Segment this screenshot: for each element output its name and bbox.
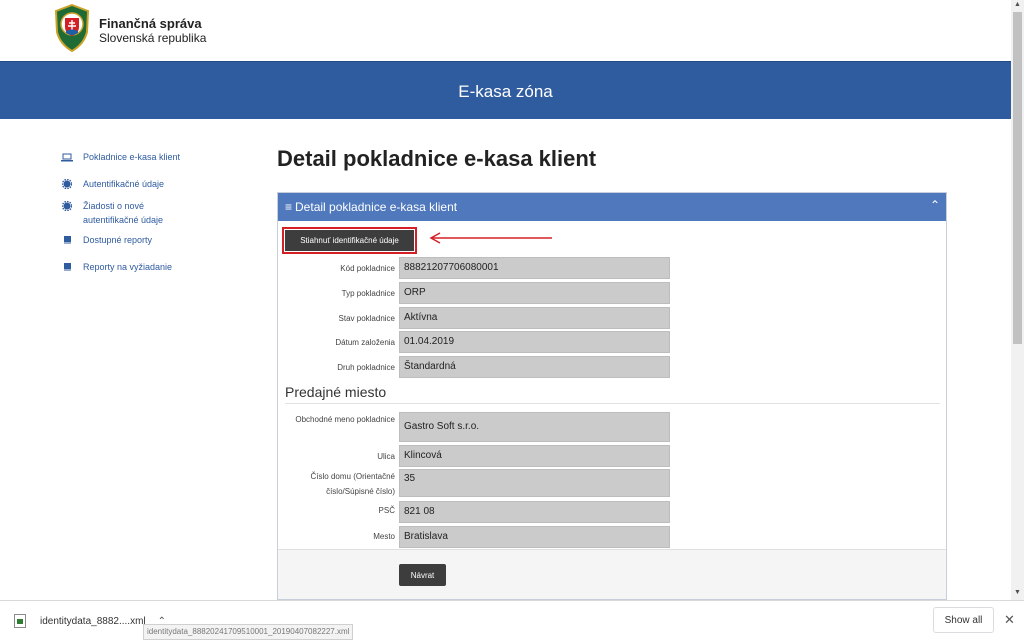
field-row: Dátum založenia 01.04.2019: [278, 331, 948, 353]
field-value: Štandardná: [399, 356, 670, 378]
sidebar-nav: Pokladnice e-kasa klient Autentifikačné …: [60, 150, 250, 284]
gear-icon: [60, 200, 74, 212]
page-title: Detail pokladnice e-kasa klient: [277, 146, 597, 171]
field-label: Číslo domu (Orientačné číslo/Súpisné čís…: [310, 472, 395, 496]
close-icon[interactable]: ✕: [1004, 612, 1015, 628]
sidebar-item-pokladnice[interactable]: Pokladnice e-kasa klient: [60, 150, 250, 164]
panel-title: Detail pokladnice e-kasa klient: [295, 200, 458, 214]
field-value: 01.04.2019: [399, 331, 670, 353]
show-all-button[interactable]: Show all: [933, 607, 994, 633]
laptop-icon: [60, 151, 74, 163]
section-divider: [285, 403, 940, 404]
field-value: 88821207706080001: [399, 257, 670, 279]
field-label: Ulica: [377, 452, 395, 461]
field-row: Číslo domu (Orientačné číslo/Súpisné čís…: [278, 469, 948, 497]
scroll-up-arrow-icon[interactable]: ▲: [1014, 1, 1021, 8]
chevron-up-icon[interactable]: ⌃: [930, 198, 940, 212]
sidebar-item-label[interactable]: Dostupné reporty: [83, 233, 193, 247]
field-row: Ulica Klincová: [278, 445, 948, 467]
field-value: 35: [399, 469, 670, 497]
field-row: Druh pokladnice Štandardná: [278, 356, 948, 378]
vertical-scrollbar[interactable]: ▲ ▼: [1011, 0, 1024, 600]
section-title: Predajné miesto: [285, 384, 387, 400]
book-icon: [60, 234, 74, 246]
field-value: Bratislava: [399, 526, 670, 548]
scroll-down-arrow-icon[interactable]: ▼: [1014, 589, 1021, 596]
sidebar-item-autentifikacne-udaje[interactable]: Autentifikačné údaje: [60, 177, 250, 191]
field-label: Mesto: [373, 532, 395, 541]
download-identity-button[interactable]: Stiahnuť identifikačné údaje: [282, 227, 417, 254]
field-value: Aktívna: [399, 307, 670, 329]
panel-header[interactable]: ≡ Detail pokladnice e-kasa klient ⌃: [278, 193, 946, 221]
book-icon: [60, 261, 74, 273]
xml-file-icon: [14, 614, 26, 628]
brand-subtitle: Slovenská republika: [99, 31, 207, 45]
field-label: PSČ: [378, 506, 395, 515]
field-row: Obchodné meno pokladnice Gastro Soft s.r…: [278, 412, 948, 442]
field-row: PSČ 821 08: [278, 501, 948, 523]
red-arrow-annotation: [429, 232, 552, 244]
field-label: Kód pokladnice: [340, 264, 395, 273]
field-label: Typ pokladnice: [341, 289, 395, 298]
sidebar-item-label[interactable]: Reporty na vyžiadanie: [83, 260, 193, 274]
sidebar-item-dostupne-reporty[interactable]: Dostupné reporty: [60, 233, 250, 247]
sidebar-item-label[interactable]: Autentifikačné údaje: [83, 177, 193, 191]
page: Finančná správa Slovenská republika E-ka…: [0, 0, 1011, 600]
field-value: Gastro Soft s.r.o.: [399, 412, 670, 442]
field-value: 821 08: [399, 501, 670, 523]
zone-banner: E-kasa zóna: [0, 61, 1011, 119]
brand-title: Finančná správa: [99, 16, 202, 31]
top-header: Finančná správa Slovenská republika: [0, 0, 1011, 61]
banner-title: E-kasa zóna: [458, 82, 553, 101]
status-url-tooltip: identitydata_88820241709510001_201904070…: [143, 624, 354, 640]
field-value: ORP: [399, 282, 670, 304]
detail-panel: ≡ Detail pokladnice e-kasa klient ⌃ Stia…: [277, 192, 947, 600]
field-row: Stav pokladnice Aktívna: [278, 307, 948, 329]
field-row: Typ pokladnice ORP: [278, 282, 948, 304]
coat-of-arms-logo[interactable]: [54, 3, 90, 53]
sidebar-item-ziadosti[interactable]: Žiadosti o nové autentifikačné údaje: [60, 199, 250, 227]
field-label: Dátum založenia: [335, 338, 395, 347]
field-label: Druh pokladnice: [337, 363, 395, 372]
field-row: Kód pokladnice 88821207706080001: [278, 257, 948, 279]
sidebar-item-reporty-na-vyziadanie[interactable]: Reporty na vyžiadanie: [60, 260, 250, 274]
panel-footer: Návrat: [278, 549, 946, 599]
sidebar-item-label[interactable]: Žiadosti o nové autentifikačné údaje: [83, 199, 193, 227]
menu-icon: ≡: [285, 200, 293, 214]
field-value: Klincová: [399, 445, 670, 467]
download-file-name[interactable]: identitydata_8882....xml: [40, 616, 146, 627]
scrollbar-thumb[interactable]: [1013, 12, 1022, 344]
field-row: Mesto Bratislava: [278, 526, 948, 548]
gear-icon: [60, 178, 74, 190]
sidebar-item-label[interactable]: Pokladnice e-kasa klient: [83, 150, 193, 164]
field-label: Obchodné meno pokladnice: [295, 415, 395, 424]
back-button[interactable]: Návrat: [399, 564, 446, 586]
field-label: Stav pokladnice: [338, 314, 395, 323]
